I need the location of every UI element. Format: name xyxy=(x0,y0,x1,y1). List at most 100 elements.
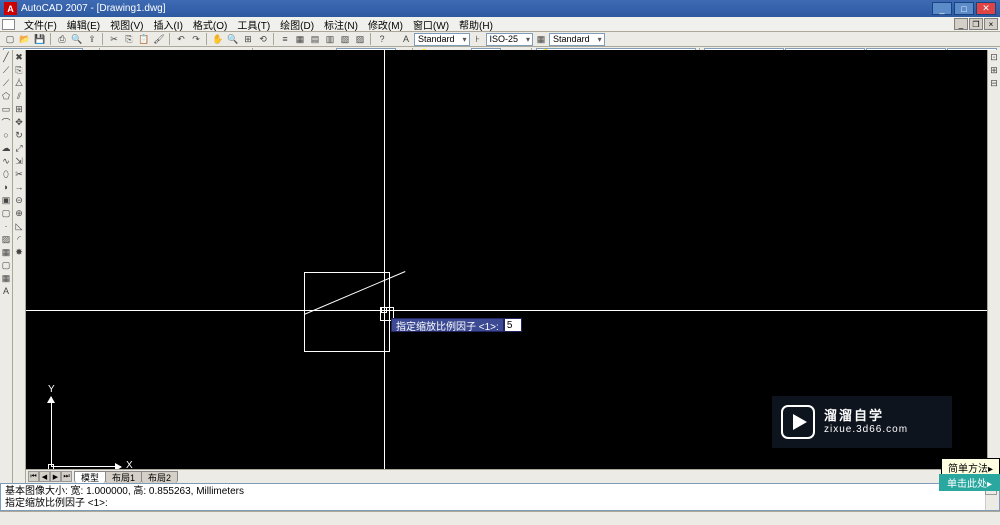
table-icon[interactable]: ▦ xyxy=(0,272,12,284)
mirror-icon[interactable]: ⧊ xyxy=(13,77,25,89)
point-icon[interactable]: · xyxy=(0,220,12,232)
pline-icon[interactable]: ⟋ xyxy=(0,77,12,89)
dimstyle-combo2[interactable]: ISO-25 xyxy=(486,33,534,46)
osnap3-icon[interactable]: ⊟ xyxy=(988,77,1000,89)
rect-icon[interactable]: ▭ xyxy=(0,103,12,115)
zoom-prev-icon[interactable]: ⟲ xyxy=(256,33,270,46)
command-area: 基本图像大小: 宽: 1.000000, 高: 0.855263, Millim… xyxy=(0,483,1000,525)
window-title: AutoCAD 2007 - [Drawing1.dwg] xyxy=(21,3,932,14)
close-button[interactable]: ✕ xyxy=(976,2,996,15)
scale-icon[interactable]: ⤢ xyxy=(13,142,25,154)
menu-edit[interactable]: 编辑(E) xyxy=(63,17,104,32)
zoom-win-icon[interactable]: ⊞ xyxy=(241,33,255,46)
tablestyle-combo[interactable]: Standard xyxy=(549,33,605,46)
mdi-restore[interactable]: ❐ xyxy=(969,18,983,30)
ellipsearc-icon[interactable]: ◗ xyxy=(0,181,12,193)
block-icon[interactable]: ▢ xyxy=(0,207,12,219)
dynamic-input-field[interactable] xyxy=(504,318,522,332)
maximize-button[interactable]: □ xyxy=(954,2,974,15)
menu-tools[interactable]: 工具(T) xyxy=(233,17,274,32)
region-icon[interactable]: ▢ xyxy=(0,259,12,271)
gradient-icon[interactable]: ▦ xyxy=(0,246,12,258)
mdi-minimize[interactable]: _ xyxy=(954,18,968,30)
rotate-icon[interactable]: ↻ xyxy=(13,129,25,141)
tab-last-icon[interactable]: ⏭ xyxy=(61,471,72,482)
arc-icon[interactable]: ⌒ xyxy=(0,116,12,128)
tab-prev-icon[interactable]: ◀ xyxy=(39,471,50,482)
dynamic-input: 指定缩放比例因子 <1>: xyxy=(391,318,522,332)
menu-window[interactable]: 窗口(W) xyxy=(409,17,453,32)
click-here-link[interactable]: 单击此处▸ xyxy=(939,474,1000,491)
hatch-icon[interactable]: ▨ xyxy=(0,233,12,245)
markup-icon[interactable]: ▧ xyxy=(338,33,352,46)
calc-icon[interactable]: ▨ xyxy=(353,33,367,46)
menu-modify[interactable]: 修改(M) xyxy=(364,17,407,32)
menu-format[interactable]: 格式(O) xyxy=(189,17,231,32)
tab-next-icon[interactable]: ▶ xyxy=(50,471,61,482)
break-icon[interactable]: ⊝ xyxy=(13,194,25,206)
minimize-button[interactable]: _ xyxy=(932,2,952,15)
open-icon[interactable]: 📂 xyxy=(18,33,32,46)
revcloud-icon[interactable]: ☁ xyxy=(0,142,12,154)
extend-icon[interactable]: → xyxy=(13,181,25,193)
paste-icon[interactable]: 📋 xyxy=(137,33,151,46)
insert-icon[interactable]: ▣ xyxy=(0,194,12,206)
xline-icon[interactable]: ⟋ xyxy=(0,64,12,76)
erase-icon[interactable]: ✖ xyxy=(13,51,25,63)
dc-icon[interactable]: ▦ xyxy=(293,33,307,46)
ssm-icon[interactable]: ▥ xyxy=(323,33,337,46)
offset-icon[interactable]: ⫽ xyxy=(13,90,25,102)
undo-icon[interactable]: ↶ xyxy=(174,33,188,46)
menu-insert[interactable]: 插入(I) xyxy=(149,17,186,32)
stretch-icon[interactable]: ⇲ xyxy=(13,155,25,167)
mtext-icon[interactable]: A xyxy=(0,285,12,297)
new-icon[interactable]: ▢ xyxy=(3,33,17,46)
dimstyle-icon[interactable]: ⊦ xyxy=(471,33,485,46)
matchprop-icon[interactable]: 🖌 xyxy=(152,33,166,46)
chamfer-icon[interactable]: ◺ xyxy=(13,220,25,232)
drawing-canvas[interactable]: 指定缩放比例因子 <1>: Y X 溜溜自学 zixue.3d66.com ⏮ … xyxy=(26,50,987,483)
pan-icon[interactable]: ✋ xyxy=(211,33,225,46)
menu-draw[interactable]: 绘图(D) xyxy=(276,17,318,32)
copy2-icon[interactable]: ⎘ xyxy=(13,64,25,76)
tab-model[interactable]: 模型 xyxy=(74,471,106,483)
spline-icon[interactable]: ∿ xyxy=(0,155,12,167)
line-icon[interactable]: ╱ xyxy=(0,51,12,63)
trim-icon[interactable]: ✂ xyxy=(13,168,25,180)
menu-view[interactable]: 视图(V) xyxy=(106,17,147,32)
textstyle-combo[interactable]: Standard xyxy=(414,33,470,46)
tab-layout2[interactable]: 布局2 xyxy=(141,471,178,483)
tab-layout1[interactable]: 布局1 xyxy=(105,471,142,483)
osnap1-icon[interactable]: ⊡ xyxy=(988,51,1000,63)
crosshair-horizontal xyxy=(26,310,987,311)
preview-icon[interactable]: 🔍 xyxy=(70,33,84,46)
save-icon[interactable]: 💾 xyxy=(33,33,47,46)
print-icon[interactable]: ⎙ xyxy=(55,33,69,46)
copy-icon[interactable]: ⎘ xyxy=(122,33,136,46)
ucs-icon: Y X xyxy=(38,387,118,467)
style-a-icon[interactable]: A xyxy=(399,33,413,46)
tp-icon[interactable]: ▤ xyxy=(308,33,322,46)
tab-first-icon[interactable]: ⏮ xyxy=(28,471,39,482)
osnap2-icon[interactable]: ⊞ xyxy=(988,64,1000,76)
tablestyle-icon[interactable]: ▦ xyxy=(534,33,548,46)
zoom-rt-icon[interactable]: 🔍 xyxy=(226,33,240,46)
cut-icon[interactable]: ✂ xyxy=(107,33,121,46)
menu-help[interactable]: 帮助(H) xyxy=(455,17,497,32)
publish-icon[interactable]: ⇪ xyxy=(85,33,99,46)
menu-dimension[interactable]: 标注(N) xyxy=(320,17,362,32)
command-line[interactable]: 基本图像大小: 宽: 1.000000, 高: 0.855263, Millim… xyxy=(0,483,1000,511)
ellipse-icon[interactable]: ⬯ xyxy=(0,168,12,180)
circle-icon[interactable]: ○ xyxy=(0,129,12,141)
polygon-icon[interactable]: ⬠ xyxy=(0,90,12,102)
menu-file[interactable]: 文件(F) xyxy=(20,17,61,32)
move-icon[interactable]: ✥ xyxy=(13,116,25,128)
properties-icon[interactable]: ≡ xyxy=(278,33,292,46)
join-icon[interactable]: ⊕ xyxy=(13,207,25,219)
help-icon[interactable]: ? xyxy=(375,33,389,46)
mdi-close[interactable]: × xyxy=(984,18,998,30)
explode-icon[interactable]: ✸ xyxy=(13,246,25,258)
redo-icon[interactable]: ↷ xyxy=(189,33,203,46)
array-icon[interactable]: ⊞ xyxy=(13,103,25,115)
fillet-icon[interactable]: ◜ xyxy=(13,233,25,245)
